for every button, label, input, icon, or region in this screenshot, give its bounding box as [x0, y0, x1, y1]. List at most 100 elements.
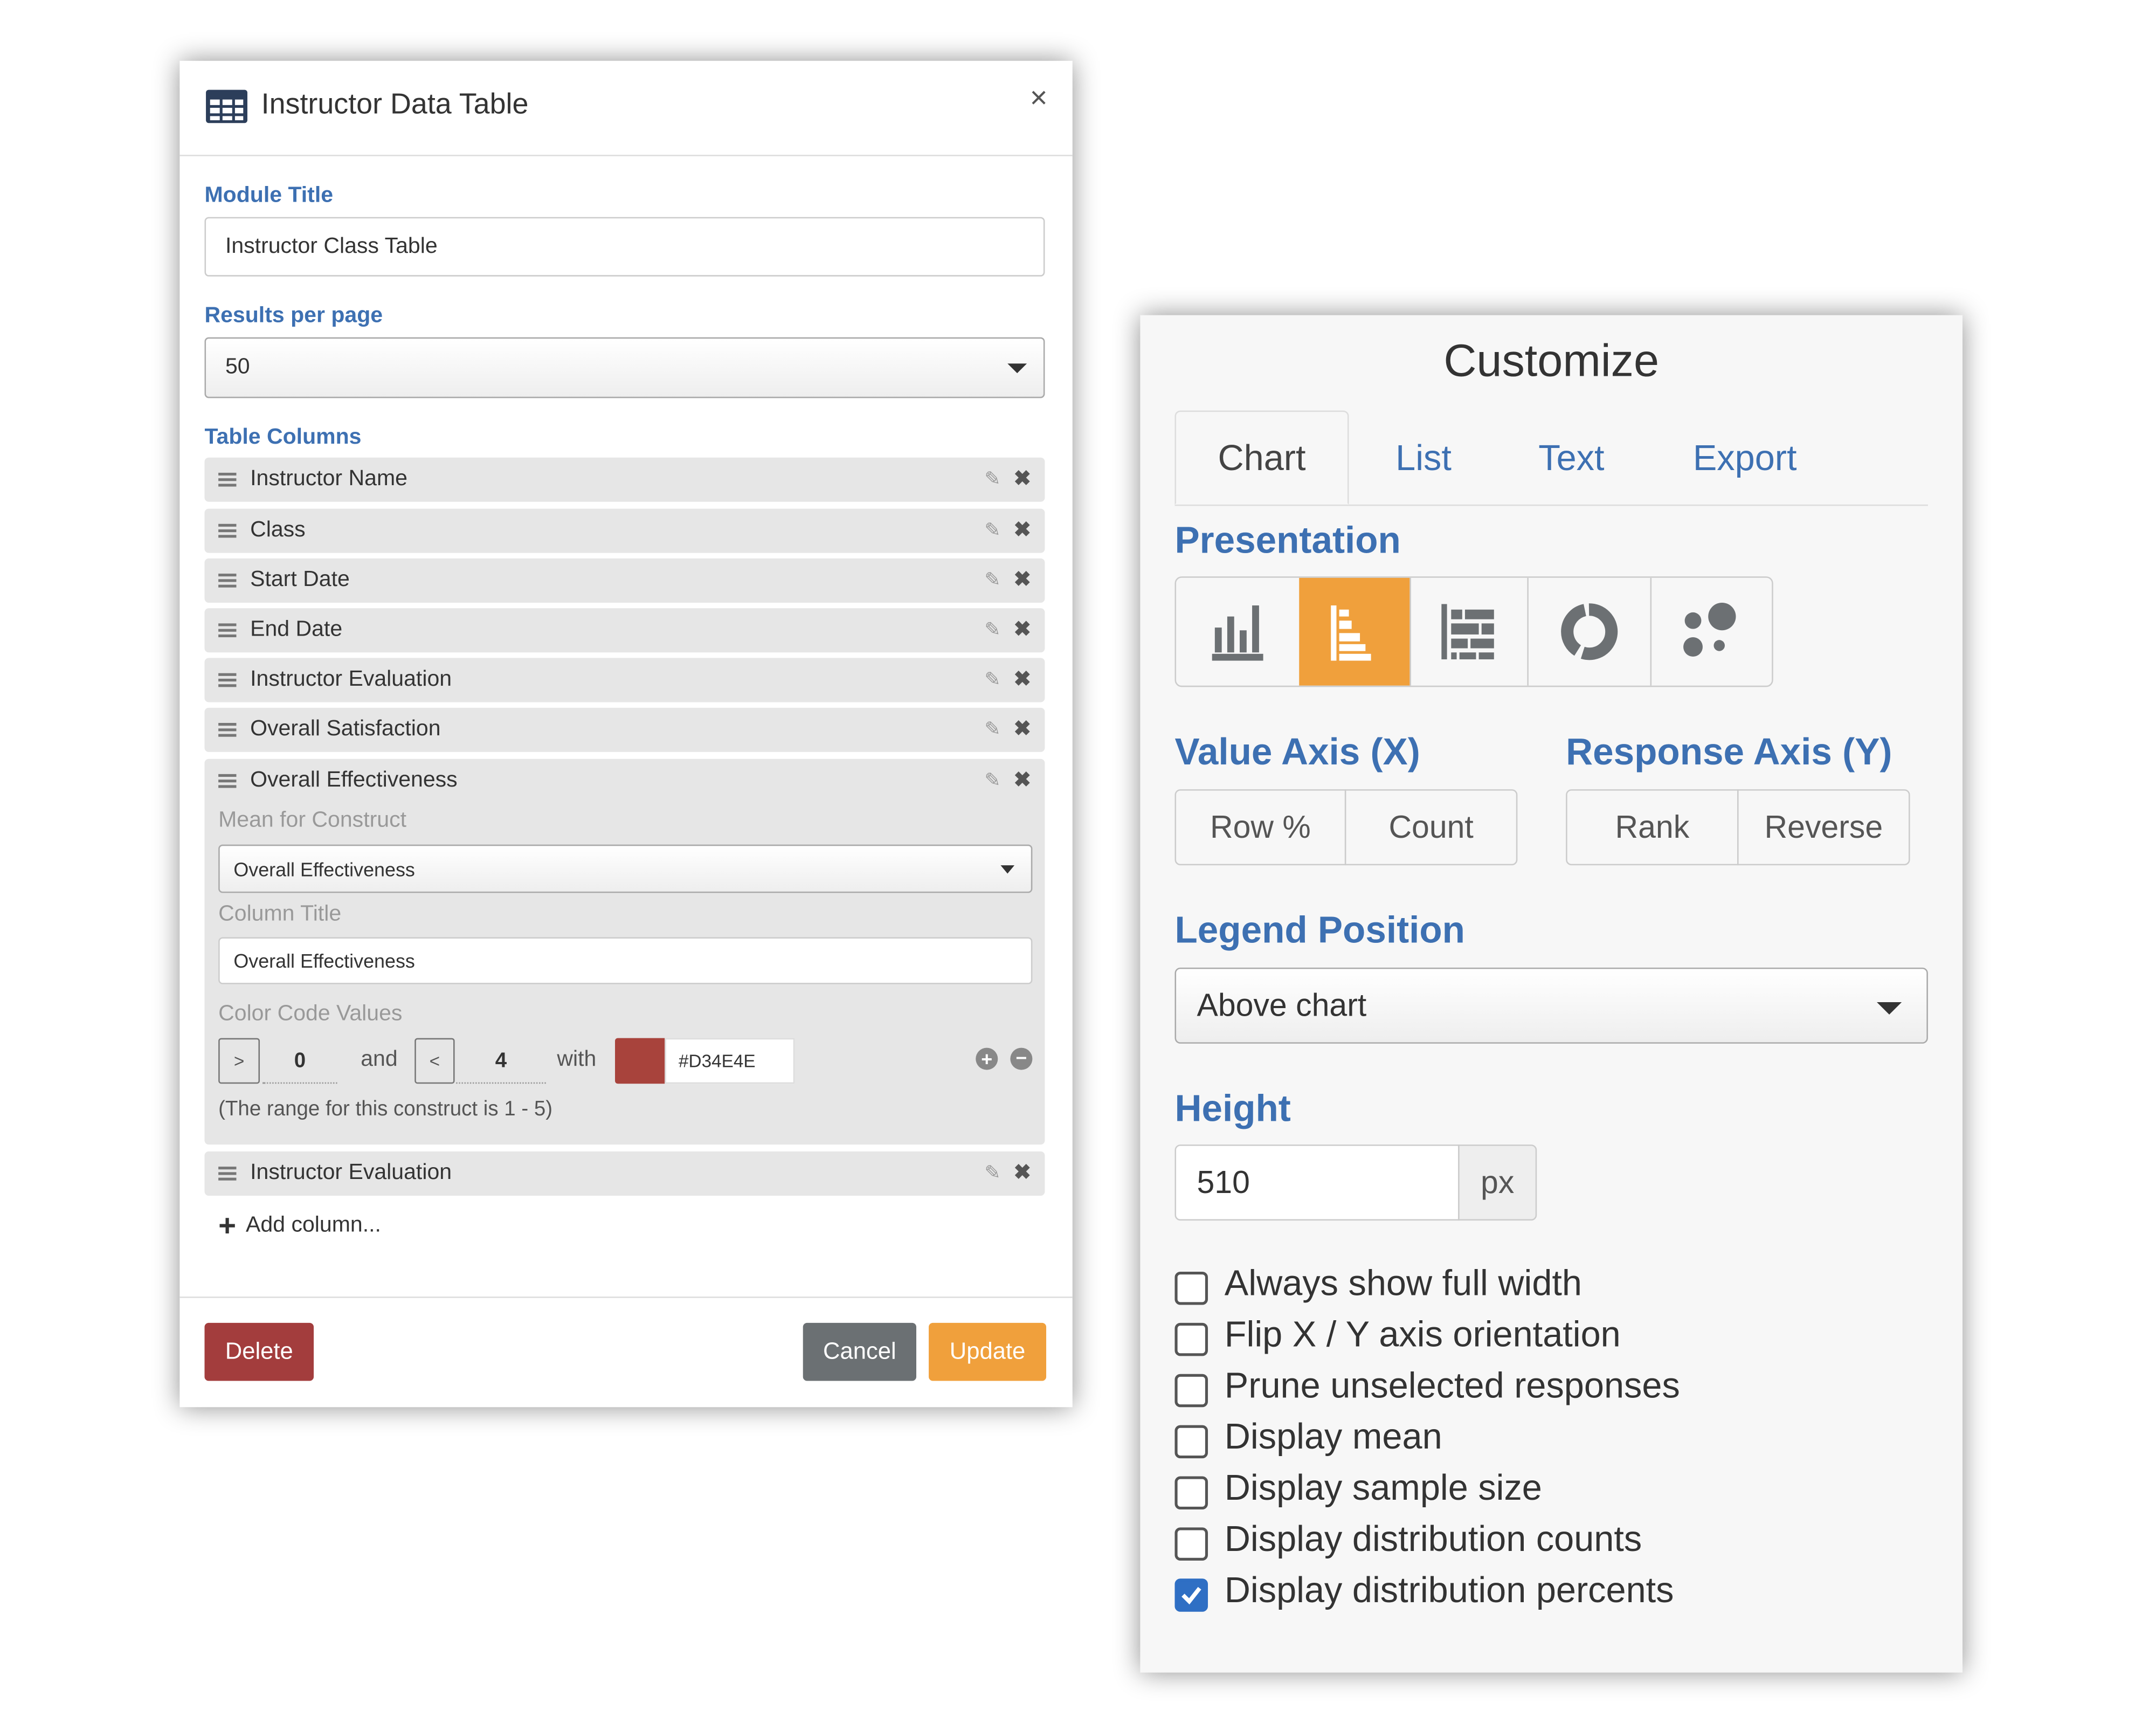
pencil-icon[interactable]: ✎ — [984, 618, 1000, 642]
table-icon — [206, 89, 247, 123]
pencil-icon[interactable]: ✎ — [984, 568, 1000, 592]
drag-handle-icon[interactable] — [218, 774, 237, 788]
table-column-item[interactable]: End Date ✎ ✖ — [204, 608, 1045, 653]
option-checkbox[interactable] — [1174, 1578, 1208, 1612]
horizontal-bar-chart-button[interactable] — [1299, 577, 1410, 686]
and-label: and — [361, 1047, 398, 1072]
less-than-operator[interactable]: < — [414, 1038, 455, 1084]
option-checkbox[interactable] — [1174, 1322, 1208, 1356]
legend-position-select[interactable]: Above chart — [1174, 967, 1928, 1044]
table-column-item[interactable]: Class ✎ ✖ — [204, 508, 1045, 553]
option-label[interactable]: Flip X / Y axis orientation — [1225, 1313, 1621, 1356]
rank-button[interactable]: Rank — [1566, 789, 1739, 866]
option-checkbox[interactable] — [1174, 1374, 1208, 1408]
close-button[interactable]: × — [1030, 80, 1048, 116]
option-label[interactable]: Prune unselected responses — [1225, 1364, 1680, 1407]
table-column-item[interactable]: Instructor Name ✎ ✖ — [204, 457, 1045, 502]
column-label: Instructor Name — [250, 467, 407, 491]
pencil-icon[interactable]: ✎ — [984, 1161, 1000, 1185]
remove-icon[interactable]: ✖ — [1014, 666, 1031, 691]
presentation-label: Presentation — [1174, 520, 1401, 562]
checkmark-icon — [1181, 1587, 1201, 1605]
value-axis-label: Value Axis (X) — [1174, 731, 1420, 773]
drag-handle-icon[interactable] — [218, 523, 237, 538]
column-label: Overall Satisfaction — [250, 717, 441, 741]
remove-icon[interactable]: ✖ — [1014, 1160, 1031, 1185]
vertical-bar-chart-icon — [1211, 605, 1263, 661]
add-column-button[interactable]: + Add column... — [218, 1208, 381, 1244]
height-input[interactable]: 510 — [1174, 1144, 1460, 1221]
module-title-label: Module Title — [204, 184, 334, 208]
table-column-item[interactable]: Instructor Evaluation ✎ ✖ — [204, 658, 1045, 702]
pencil-icon[interactable]: ✎ — [984, 718, 1000, 741]
mean-for-construct-select[interactable]: Overall Effectiveness — [218, 844, 1033, 893]
tab-text[interactable]: Text — [1514, 411, 1629, 505]
table-column-item[interactable]: Instructor Evaluation ✎ ✖ — [204, 1151, 1045, 1196]
delete-button[interactable]: Delete — [204, 1322, 314, 1381]
option-checkbox[interactable] — [1174, 1271, 1208, 1305]
option-label[interactable]: Always show full width — [1225, 1262, 1582, 1305]
instructor-data-table-dialog: Instructor Data Table × Module Title Ins… — [179, 60, 1073, 1408]
drag-handle-icon[interactable] — [218, 574, 237, 588]
option-label[interactable]: Display mean — [1225, 1416, 1442, 1458]
tab-export[interactable]: Export — [1673, 411, 1818, 505]
results-per-page-select[interactable]: 50 — [204, 337, 1045, 398]
results-per-page-label: Results per page — [204, 304, 383, 328]
max-value-input[interactable]: 4 — [456, 1038, 546, 1084]
column-title-input[interactable]: Overall Effectiveness — [218, 937, 1033, 984]
remove-icon[interactable]: ✖ — [1014, 617, 1031, 642]
drag-handle-icon[interactable] — [218, 623, 237, 638]
presentation-group — [1174, 576, 1773, 687]
table-column-item[interactable]: Start Date ✎ ✖ — [204, 558, 1045, 603]
option-label[interactable]: Display sample size — [1225, 1467, 1542, 1509]
vertical-bar-chart-button[interactable] — [1176, 578, 1299, 686]
drag-handle-icon[interactable] — [218, 472, 237, 487]
option-checkbox[interactable] — [1174, 1425, 1208, 1459]
column-label: End Date — [250, 618, 343, 642]
remove-icon[interactable]: ✖ — [1014, 517, 1031, 542]
count-button[interactable]: Count — [1344, 789, 1518, 866]
divider — [179, 1297, 1073, 1298]
option-checkbox[interactable] — [1174, 1527, 1208, 1561]
drag-handle-icon[interactable] — [218, 1167, 237, 1181]
color-hex-input[interactable]: #D34E4E — [665, 1038, 795, 1084]
pencil-icon[interactable]: ✎ — [984, 467, 1000, 491]
pencil-icon[interactable]: ✎ — [984, 667, 1000, 691]
option-checkbox[interactable] — [1174, 1476, 1208, 1509]
table-column-item[interactable]: Overall Effectiveness ✎ ✖ Mean for Constru… — [204, 758, 1045, 1145]
drag-handle-icon[interactable] — [218, 723, 237, 737]
donut-chart-button[interactable] — [1527, 577, 1650, 686]
option-label[interactable]: Display distribution counts — [1225, 1518, 1642, 1560]
option-label[interactable]: Display distribution percents — [1225, 1569, 1674, 1611]
reverse-button[interactable]: Reverse — [1737, 789, 1910, 866]
module-title-input[interactable]: Instructor Class Table — [204, 217, 1045, 277]
cancel-button[interactable]: Cancel — [803, 1322, 916, 1381]
column-label: Class — [250, 518, 306, 542]
color-swatch[interactable] — [615, 1038, 665, 1084]
pencil-icon[interactable]: ✎ — [984, 519, 1000, 542]
column-title-label: Column Title — [218, 902, 342, 926]
drag-handle-icon[interactable] — [218, 673, 237, 687]
remove-icon[interactable]: ✖ — [1014, 567, 1031, 592]
remove-icon[interactable]: ✖ — [1014, 716, 1031, 741]
remove-icon[interactable]: ✖ — [1014, 767, 1031, 792]
greater-than-operator[interactable]: > — [218, 1038, 260, 1084]
chevron-down-icon — [1877, 1001, 1902, 1014]
dialog-title: Instructor Data Table — [261, 88, 529, 121]
plus-icon: + — [218, 1208, 237, 1243]
with-label: with — [557, 1047, 597, 1072]
remove-rule-icon[interactable]: − — [1010, 1047, 1033, 1070]
stacked-bar-chart-button[interactable] — [1409, 577, 1527, 686]
update-button[interactable]: Update — [929, 1322, 1047, 1381]
bubble-chart-button[interactable] — [1650, 577, 1772, 686]
pencil-icon[interactable]: ✎ — [984, 769, 1000, 792]
add-rule-icon[interactable]: + — [976, 1047, 998, 1070]
height-label: Height — [1174, 1087, 1291, 1129]
row-percent-button[interactable]: Row % — [1174, 789, 1346, 866]
tab-list[interactable]: List — [1368, 411, 1478, 505]
remove-icon[interactable]: ✖ — [1014, 466, 1031, 491]
min-value-input[interactable]: 0 — [262, 1038, 337, 1084]
tab-chart[interactable]: Chart — [1174, 410, 1349, 505]
panel-title: Customize — [1443, 334, 1660, 386]
table-column-item[interactable]: Overall Satisfaction ✎ ✖ — [204, 707, 1045, 752]
